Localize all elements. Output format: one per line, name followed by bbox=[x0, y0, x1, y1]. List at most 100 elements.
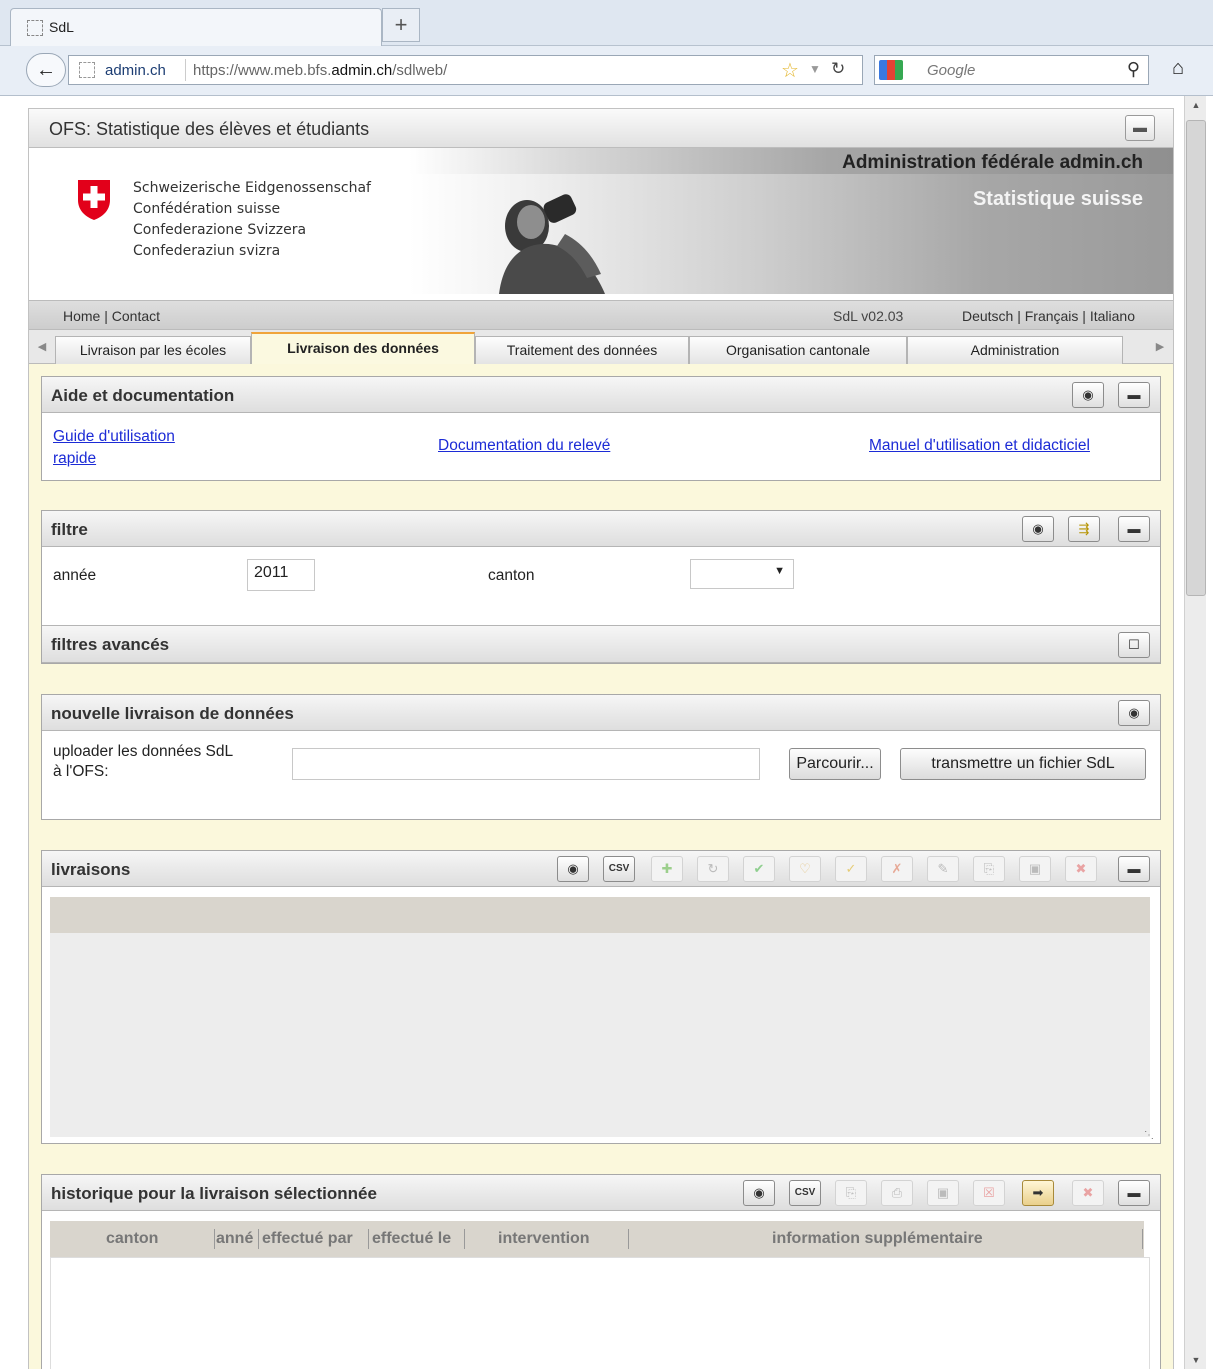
home-link[interactable]: Home bbox=[63, 308, 100, 324]
broom-icon: ✗ bbox=[891, 861, 903, 876]
bookmark-star-icon[interactable]: ☆ bbox=[781, 58, 799, 83]
app-titlebar: OFS: Statistique des élèves et étudiants… bbox=[29, 108, 1173, 148]
report-button[interactable]: ⎘ bbox=[835, 1180, 867, 1206]
report-button[interactable]: ⎘ bbox=[973, 856, 1005, 882]
expand-advanced-button[interactable]: ☐ bbox=[1118, 632, 1150, 658]
col-effectue-le[interactable]: effectué le bbox=[372, 1230, 451, 1248]
save-button[interactable]: ▣ bbox=[927, 1180, 959, 1206]
deliveries-grid-body[interactable] bbox=[50, 933, 1150, 1137]
app-version: SdL v02.03 bbox=[833, 308, 904, 324]
history-grid-body[interactable] bbox=[50, 1257, 1150, 1369]
new-report-button[interactable]: ✎ bbox=[927, 856, 959, 882]
help-panel: Aide et documentation ◉ ▬ Guide d'utilis… bbox=[41, 376, 1161, 481]
camera-icon: ◉ bbox=[753, 1185, 765, 1200]
browse-button[interactable]: Parcourir... bbox=[789, 748, 881, 780]
canton-label: canton bbox=[488, 567, 535, 584]
refresh-button[interactable]: ↻ bbox=[697, 856, 729, 882]
browser-tab[interactable]: SdL bbox=[10, 8, 382, 46]
page-scrollbar[interactable]: ▲ ▼ bbox=[1184, 96, 1206, 1369]
col-annee[interactable]: anné bbox=[216, 1230, 253, 1248]
export-csv-button[interactable]: CSV bbox=[789, 1180, 821, 1206]
tab-traitement-donnees[interactable]: Traitement des données bbox=[475, 336, 689, 364]
document-arrow-icon: ⎘ bbox=[983, 861, 995, 876]
lang-fr-link[interactable]: Français bbox=[1025, 308, 1079, 324]
deliveries-grid-header bbox=[50, 897, 1150, 933]
filter-panel: filtre ◉ ⇶ ▬ année 2011 canton ▼ filtres… bbox=[41, 510, 1161, 664]
collapse-history-button[interactable]: ▬ bbox=[1118, 1180, 1150, 1206]
delete-button[interactable]: ✖ bbox=[1072, 1180, 1104, 1206]
tab-livraison-donnees[interactable]: Livraison des données bbox=[251, 332, 475, 365]
documentation-link[interactable]: Documentation du relevé bbox=[438, 437, 610, 455]
tab-administration[interactable]: Administration bbox=[907, 336, 1123, 364]
snapshot-button[interactable]: ◉ bbox=[557, 856, 589, 882]
plus-icon: ✚ bbox=[661, 861, 673, 876]
camera-icon: ◉ bbox=[1128, 705, 1140, 720]
search-icon[interactable]: ⚲ bbox=[1127, 59, 1140, 80]
apply-filter-button[interactable]: ⇶ bbox=[1068, 516, 1100, 542]
search-bar[interactable]: Google ⚲ bbox=[874, 55, 1149, 85]
export-csv-button[interactable]: CSV bbox=[603, 856, 635, 882]
minimize-app-button[interactable]: ▬ bbox=[1125, 115, 1155, 141]
submit-sdl-file-button[interactable]: transmettre un fichier SdL bbox=[900, 748, 1146, 780]
scrollbar-thumb[interactable] bbox=[1186, 120, 1206, 596]
url-text[interactable]: https://www.meb.bfs.admin.ch/sdlweb/ bbox=[193, 62, 447, 79]
tabs-scroll-left-icon[interactable]: ◀ bbox=[29, 330, 55, 364]
app-menubar: Home | Contact SdL v02.03 Deutsch | Fran… bbox=[29, 300, 1173, 330]
col-effectue-par[interactable]: effectué par bbox=[262, 1230, 353, 1248]
year-input[interactable]: 2011 bbox=[247, 559, 315, 591]
reload-icon[interactable]: ↻ bbox=[831, 59, 845, 79]
advanced-filters-header[interactable]: filtres avancés ☐ bbox=[42, 625, 1160, 663]
collapse-filter-button[interactable]: ▬ bbox=[1118, 516, 1150, 542]
save-button[interactable]: ▣ bbox=[1019, 856, 1051, 882]
scroll-up-icon[interactable]: ▲ bbox=[1185, 100, 1207, 110]
collapse-deliveries-button[interactable]: ▬ bbox=[1118, 856, 1150, 882]
confirm-button[interactable]: ✓ bbox=[835, 856, 867, 882]
go-to-delivery-button[interactable]: ➡ bbox=[1022, 1180, 1054, 1206]
delete-entry-button[interactable]: ☒ bbox=[973, 1180, 1005, 1206]
check-icon: ✔ bbox=[753, 861, 765, 876]
file-path-input[interactable] bbox=[292, 748, 760, 780]
col-canton[interactable]: canton bbox=[106, 1230, 158, 1248]
reject-button[interactable]: ✗ bbox=[881, 856, 913, 882]
tab-livraison-ecoles[interactable]: Livraison par les écoles bbox=[55, 336, 251, 364]
site-identity-icon[interactable] bbox=[79, 62, 95, 78]
manual-link[interactable]: Manuel d'utilisation et didacticiel bbox=[869, 437, 1090, 455]
delete-button[interactable]: ✖ bbox=[1065, 856, 1097, 882]
snapshot-button[interactable]: ◉ bbox=[1118, 700, 1150, 726]
close-icon: ✖ bbox=[1082, 1185, 1094, 1200]
collapse-help-button[interactable]: ▬ bbox=[1118, 382, 1150, 408]
history-dropdown-icon[interactable]: ▼ bbox=[809, 62, 821, 76]
history-panel: historique pour la livraison sélectionné… bbox=[41, 1174, 1161, 1369]
snapshot-button[interactable]: ◉ bbox=[1022, 516, 1054, 542]
guide-link[interactable]: Guide d'utilisation rapide bbox=[53, 426, 175, 470]
resize-grip-icon[interactable]: ⋱ bbox=[1144, 1130, 1154, 1141]
conf-name-rm: Confederaziun svizra bbox=[133, 243, 281, 259]
deliveries-panel: livraisons ◉ CSV ✚ ↻ ✔ ♡ ✓ ✗ ✎ ⎘ ▣ ✖ ▬ ⋱ bbox=[41, 850, 1161, 1144]
snapshot-button[interactable]: ◉ bbox=[1072, 382, 1104, 408]
google-search-engine-icon[interactable] bbox=[879, 60, 903, 80]
snapshot-button[interactable]: ◉ bbox=[743, 1180, 775, 1206]
canton-select[interactable]: ▼ bbox=[690, 559, 794, 589]
back-button[interactable]: ← bbox=[26, 53, 66, 87]
tab-content: Aide et documentation ◉ ▬ Guide d'utilis… bbox=[29, 364, 1173, 1369]
disk-icon: ▣ bbox=[1028, 861, 1042, 876]
home-icon[interactable]: ⌂ bbox=[1163, 57, 1193, 85]
scroll-down-icon[interactable]: ▼ bbox=[1185, 1355, 1207, 1365]
delete-document-icon: ☒ bbox=[983, 1185, 995, 1200]
validate-button[interactable]: ✔ bbox=[743, 856, 775, 882]
log-button[interactable]: ⎙ bbox=[881, 1180, 913, 1206]
lang-it-link[interactable]: Italiano bbox=[1090, 308, 1135, 324]
header-banner: Schweizerische Eidgenossenschaf Confédér… bbox=[29, 148, 1173, 300]
tab-organisation-cantonale[interactable]: Organisation cantonale bbox=[689, 336, 907, 364]
approve-button[interactable]: ♡ bbox=[789, 856, 821, 882]
advanced-filters-title: filtres avancés bbox=[51, 635, 170, 654]
new-tab-button[interactable]: + bbox=[382, 8, 420, 42]
help-panel-header: Aide et documentation ◉ ▬ bbox=[42, 377, 1160, 413]
add-delivery-button[interactable]: ✚ bbox=[651, 856, 683, 882]
lang-de-link[interactable]: Deutsch bbox=[962, 308, 1013, 324]
contact-link[interactable]: Contact bbox=[112, 308, 160, 324]
address-bar[interactable]: admin.ch https://www.meb.bfs.admin.ch/sd… bbox=[68, 55, 863, 85]
col-info-supplementaire[interactable]: information supplémentaire bbox=[772, 1230, 983, 1248]
col-intervention[interactable]: intervention bbox=[498, 1230, 590, 1248]
tabs-scroll-right-icon[interactable]: ▶ bbox=[1147, 330, 1173, 364]
